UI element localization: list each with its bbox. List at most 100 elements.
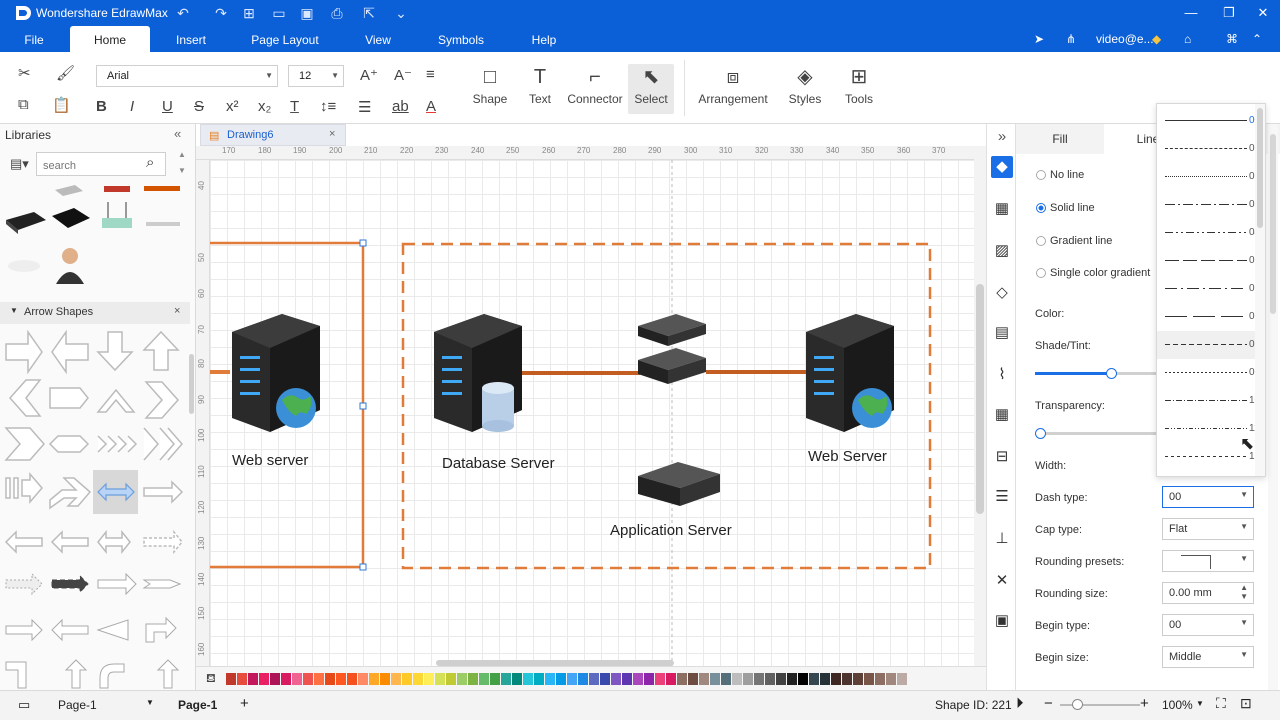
chevron-down-icon[interactable]: ▼ [1196,699,1204,708]
color-swatch[interactable] [270,673,280,685]
color-swatch[interactable] [567,673,577,685]
canvas-vertical-scrollbar[interactable] [974,146,986,666]
skin-icon[interactable]: ⌂ [1184,26,1191,52]
export-icon[interactable]: ⇱ [360,4,378,22]
zoom-slider[interactable] [1060,699,1140,710]
color-swatch[interactable] [347,673,357,685]
image-panel-icon[interactable]: ▨ [991,240,1013,262]
drawing-canvas[interactable]: Web server Database Server Web Server Ap… [210,160,974,666]
format-panel-icon[interactable]: ☰ [991,486,1013,508]
close-window-icon[interactable]: ✕ [1250,3,1276,23]
color-swatch[interactable] [292,673,302,685]
color-swatch[interactable] [633,673,643,685]
decrease-font-icon[interactable]: A⁻ [394,66,412,84]
color-swatch[interactable] [435,673,445,685]
label-web-server-left[interactable]: Web server [232,452,308,469]
present-panel-icon[interactable]: ▣ [991,610,1013,632]
color-swatch[interactable] [490,673,500,685]
copy-icon[interactable]: ⧉ [18,96,29,113]
color-swatch[interactable] [831,673,841,685]
dash-option-00[interactable]: 00 [1157,107,1265,135]
open-icon[interactable]: ▭ [270,4,288,22]
connector-tool[interactable]: ⌐ Connector [566,64,624,114]
color-swatch[interactable] [534,673,544,685]
fullscreen-icon[interactable]: ⊡ [1240,695,1252,712]
cap-type-select[interactable]: Flat ▼ [1162,518,1254,540]
device-firewall-shape[interactable] [144,186,180,191]
strikethrough-icon[interactable]: S [194,98,204,115]
device-patch-shape[interactable] [146,222,180,226]
fill-bucket-icon[interactable]: ⛾ [206,671,216,687]
share-icon[interactable]: ⋔ [1066,26,1076,52]
color-swatch[interactable] [886,673,896,685]
close-tab-icon[interactable]: × [329,128,335,140]
color-swatch[interactable] [545,673,555,685]
color-swatches[interactable] [226,673,986,685]
color-swatch[interactable] [512,673,522,685]
color-swatch[interactable] [765,673,775,685]
print-icon[interactable]: ⎙ [328,4,346,22]
color-swatch[interactable] [644,673,654,685]
shade-slider[interactable] [1035,368,1157,379]
color-swatch[interactable] [677,673,687,685]
bold-icon[interactable]: B [96,98,107,115]
arrow-shapes-header[interactable]: ▼ Arrow Shapes × [0,302,190,324]
tab-insert[interactable]: Insert [166,26,216,52]
color-swatch[interactable] [237,673,247,685]
color-swatch[interactable] [732,673,742,685]
color-swatch[interactable] [248,673,258,685]
color-swatch[interactable] [281,673,291,685]
line-spacing-icon[interactable]: ↕≡ [320,98,336,115]
color-swatch[interactable] [556,673,566,685]
undo-icon[interactable]: ↶ [174,4,192,22]
fit-panel-icon[interactable]: ✕ [991,570,1013,592]
select-tool[interactable]: ⬉ Select [628,64,674,114]
tools-tool[interactable]: ⊞ Tools [834,64,884,114]
color-swatch[interactable] [600,673,610,685]
close-library-icon[interactable]: × [174,305,180,317]
style-panel-icon[interactable]: ◆ [991,156,1013,178]
web-server-right-icon[interactable] [806,314,894,432]
properties-scrollbar[interactable] [1268,124,1278,690]
transparency-slider-handle[interactable] [1035,428,1046,439]
font-size-select[interactable]: 12 ▼ [288,65,344,87]
format-painter-icon[interactable]: 🖌 [56,64,75,82]
shade-slider-handle[interactable] [1105,368,1117,379]
highlight-icon[interactable]: ab [392,98,409,115]
label-database-server[interactable]: Database Server [442,455,555,472]
begin-type-select[interactable]: 00 ▼ [1162,614,1254,636]
color-swatch[interactable] [380,673,390,685]
font-color-icon[interactable]: A [426,98,436,115]
minimize-icon[interactable]: — [1178,3,1204,23]
device-disk-shape[interactable] [8,260,40,272]
color-swatch[interactable] [721,673,731,685]
color-swatch[interactable] [391,673,401,685]
arrangement-tool[interactable]: ⧈ Arrangement [696,64,770,114]
device-switch-shape[interactable] [104,186,130,192]
color-swatch[interactable] [226,673,236,685]
user-account[interactable]: video@e... [1096,26,1154,52]
page-panel-toggle-icon[interactable]: ▭ [18,697,30,713]
label-web-server-right[interactable]: Web Server [808,448,887,465]
label-application-server[interactable]: Application Server [610,522,732,539]
scroll-up-icon[interactable]: ▲ [178,150,186,159]
color-swatch[interactable] [798,673,808,685]
color-swatch[interactable] [611,673,621,685]
color-swatch[interactable] [787,673,797,685]
tab-home[interactable]: Home [70,26,150,52]
dash-option-07[interactable]: 07 [1157,303,1265,331]
symbols-panel-icon[interactable]: ▦ [991,198,1013,220]
hierarchy-panel-icon[interactable]: ⊥ [991,528,1013,550]
shape-tool[interactable]: □ Shape [462,64,518,114]
customize-icon[interactable]: ⌄ [392,4,410,22]
device-modem-shape[interactable] [6,212,46,234]
collapse-ribbon-icon[interactable]: ⌃ [1252,26,1262,52]
color-swatch[interactable] [655,673,665,685]
dash-option-09[interactable]: 09 [1157,359,1265,387]
begin-size-select[interactable]: Middle ▼ [1162,646,1254,668]
redo-icon[interactable]: ↷ [212,4,230,22]
tab-fill[interactable]: Fill [1016,124,1104,154]
color-swatch[interactable] [325,673,335,685]
zoom-out-icon[interactable]: − [1044,695,1053,712]
color-swatch[interactable] [468,673,478,685]
